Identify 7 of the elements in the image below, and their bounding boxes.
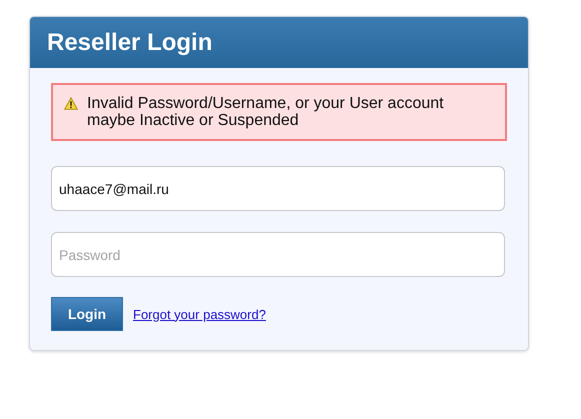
password-field[interactable]: Password: [51, 232, 505, 277]
forgot-password-link[interactable]: Forgot your password?: [133, 306, 266, 322]
warning-icon: [64, 97, 78, 110]
error-message: Invalid Password/Username, or your User account maybe Inactive or Suspended: [87, 95, 445, 129]
username-field[interactable]: uhaace7@mail.ru: [51, 166, 505, 211]
panel-title: Reseller Login: [47, 28, 212, 56]
login-button[interactable]: Login: [51, 297, 123, 331]
